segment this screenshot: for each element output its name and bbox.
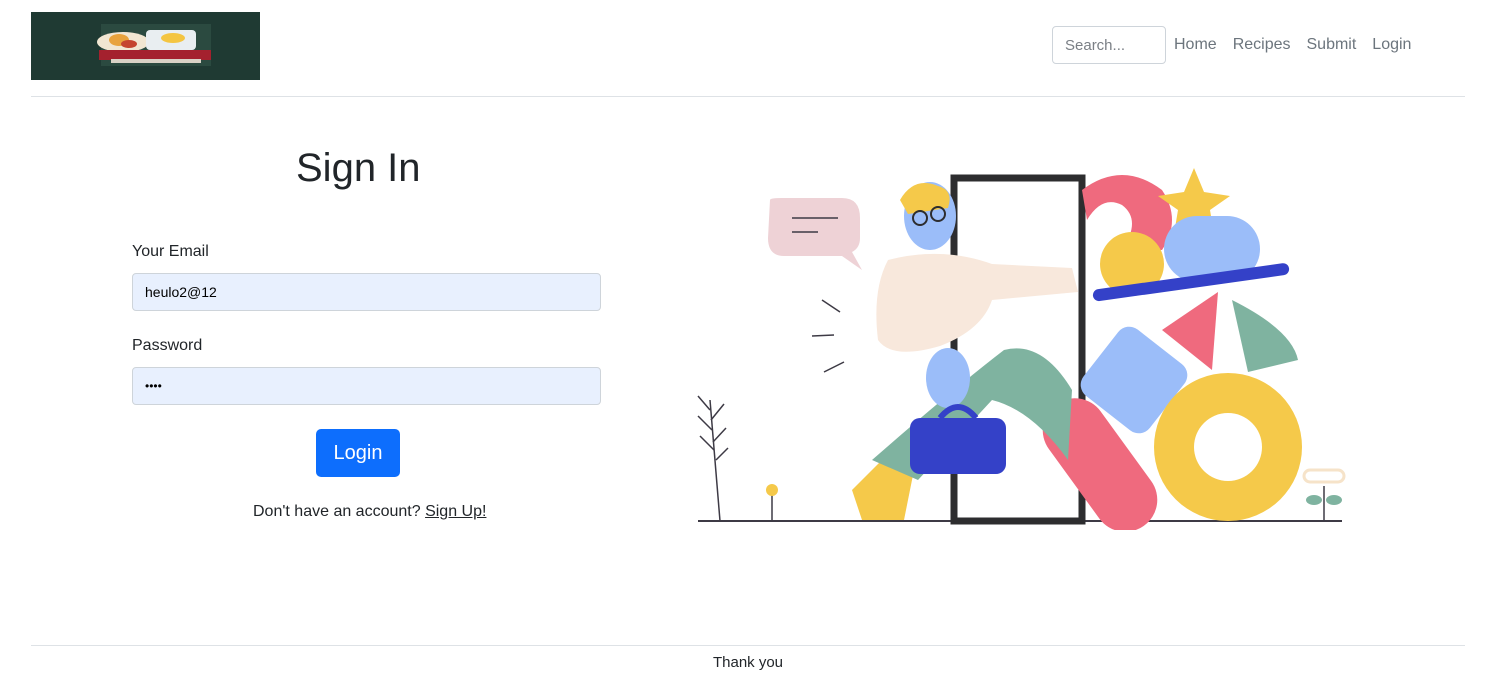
nav-home[interactable]: Home xyxy=(1174,36,1217,54)
signup-prompt: Don't have an account? Sign Up! xyxy=(253,503,486,521)
password-label: Password xyxy=(132,337,203,354)
login-button[interactable]: Login xyxy=(316,429,400,477)
nav-recipes[interactable]: Recipes xyxy=(1233,36,1291,54)
person-door-illustration xyxy=(697,168,1346,532)
nav-login[interactable]: Login xyxy=(1372,36,1411,54)
site-logo[interactable] xyxy=(31,12,260,80)
footer: Thank you xyxy=(31,645,1465,688)
footer-text: Thank you xyxy=(712,654,784,671)
top-navbar: Home Recipes Submit Login xyxy=(31,0,1465,97)
nav-submit[interactable]: Submit xyxy=(1307,36,1357,54)
signup-link[interactable]: Sign Up! xyxy=(425,503,486,520)
nav-bar: Home Recipes Submit Login xyxy=(1052,26,1419,64)
search-input[interactable] xyxy=(1052,26,1166,64)
signup-prompt-text: Don't have an account? xyxy=(253,503,426,520)
email-field[interactable]: heulo2@12 xyxy=(132,273,601,311)
password-field[interactable]: •••• xyxy=(132,367,601,405)
food-logo-image xyxy=(31,12,260,80)
signin-illustration xyxy=(692,160,1352,532)
page-title: Sign In xyxy=(296,146,421,190)
email-label: Your Email xyxy=(132,243,209,260)
